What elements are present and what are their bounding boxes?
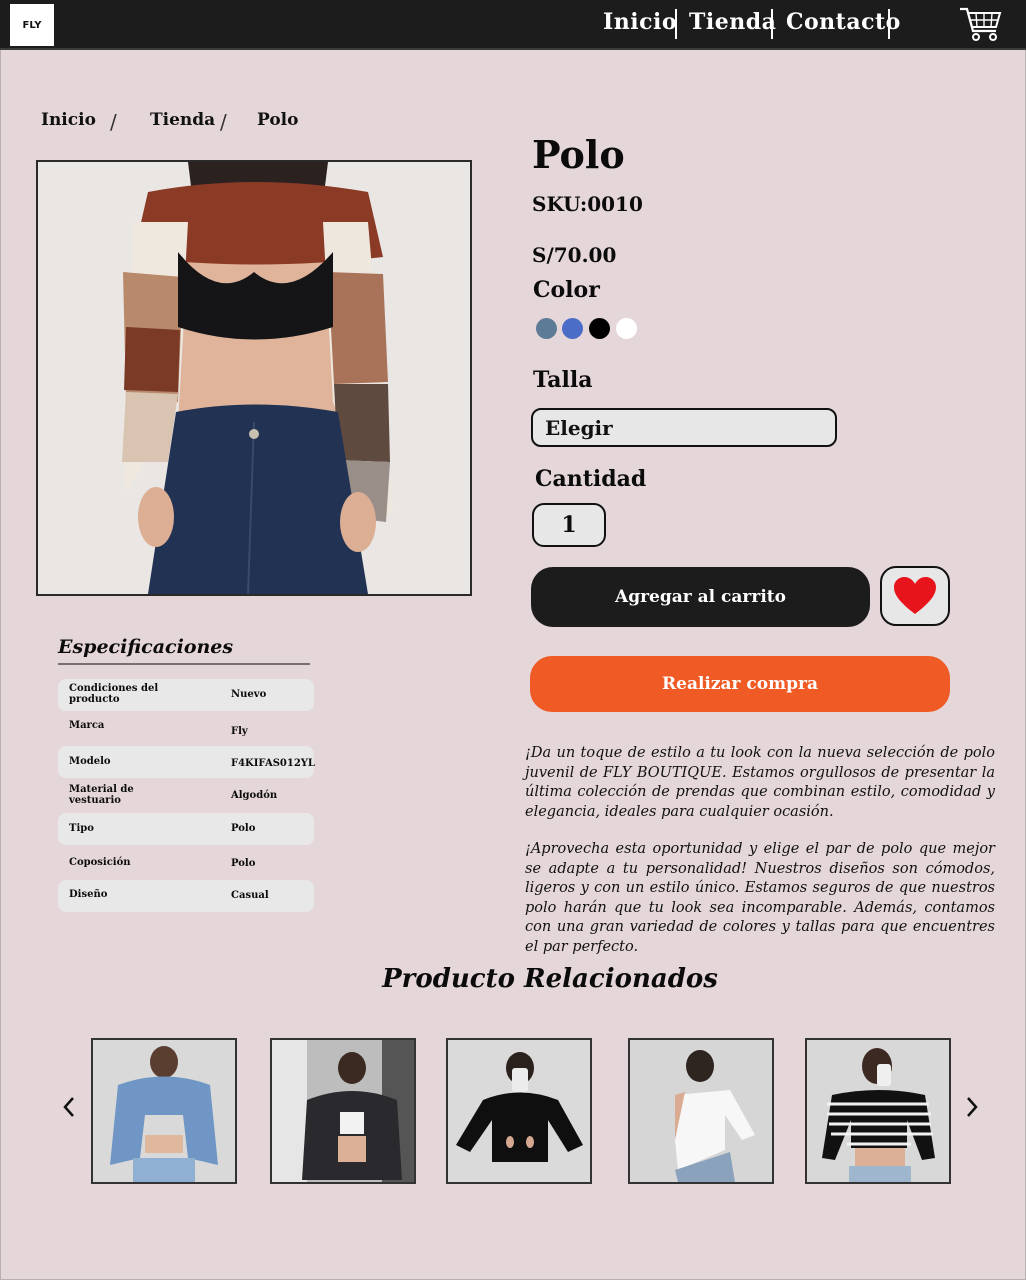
spec-value: Nuevo [231, 689, 267, 700]
spec-row: Material de vestuario Algodón [58, 781, 314, 813]
related-product-thumbnail[interactable] [805, 1038, 951, 1184]
brand-logo[interactable]: FLY [10, 4, 54, 46]
spec-key: Marca [69, 720, 105, 731]
spec-value: Polo [231, 823, 256, 834]
nav-link-tienda[interactable]: Tienda [689, 9, 776, 35]
quantity-input[interactable]: 1 [532, 503, 606, 547]
related-product-thumbnail[interactable] [91, 1038, 237, 1184]
top-navbar: FLY Inicio Tienda Contacto [0, 0, 1026, 50]
related-products-title: Producto Relacionados [382, 964, 718, 994]
spec-key: Diseño [69, 889, 108, 900]
nav-separator [771, 9, 773, 39]
spec-row: Condiciones del producto Nuevo [58, 679, 314, 711]
spec-row: Marca Fly [58, 713, 314, 745]
color-swatch-steel-blue[interactable] [536, 318, 557, 339]
specs-title: Especificaciones [58, 636, 234, 658]
product-title: Polo [532, 132, 625, 177]
nav-separator [675, 9, 677, 39]
product-description-1: ¡Da un toque de estilo a tu look con la … [525, 745, 995, 820]
related-product-thumbnail[interactable] [446, 1038, 592, 1184]
spec-key: Material de vestuario [69, 784, 134, 806]
specs-divider [58, 663, 310, 665]
shopping-cart-icon[interactable] [958, 6, 1002, 42]
spec-value: Polo [231, 858, 256, 869]
color-swatch-white[interactable] [616, 318, 637, 339]
breadcrumb-tienda[interactable]: Tienda [150, 110, 215, 130]
quantity-label: Cantidad [535, 466, 647, 492]
breadcrumb-inicio[interactable]: Inicio [41, 110, 96, 130]
carousel-prev-arrow-icon[interactable] [61, 1096, 77, 1118]
related-product-thumbnail[interactable] [628, 1038, 774, 1184]
size-label: Talla [533, 367, 593, 393]
size-select[interactable]: Elegir [531, 408, 837, 447]
nav-separator [888, 9, 890, 39]
buy-now-button[interactable]: Realizar compra [530, 656, 950, 712]
carousel-next-arrow-icon[interactable] [964, 1096, 980, 1118]
related-product-thumbnail[interactable] [270, 1038, 416, 1184]
nav-link-inicio[interactable]: Inicio [603, 9, 677, 35]
spec-key: Tipo [69, 823, 94, 834]
color-label: Color [533, 277, 600, 303]
nav-link-contacto[interactable]: Contacto [786, 9, 901, 35]
breadcrumb-separator: / [110, 110, 117, 134]
spec-value: Casual [231, 890, 269, 901]
breadcrumb-polo: Polo [257, 110, 299, 130]
product-description-2: ¡Aprovecha esta oportunidad y elige el p… [525, 841, 995, 955]
product-main-image [36, 160, 472, 596]
breadcrumb-separator: / [220, 110, 227, 134]
product-price: S/70.00 [532, 243, 617, 267]
spec-key: Condiciones del producto [69, 683, 159, 705]
spec-row: Modelo F4KIFAS012YL [58, 746, 315, 778]
add-to-cart-button[interactable]: Agregar al carrito [531, 567, 870, 627]
spec-row: Tipo Polo [58, 813, 314, 845]
spec-row: Coposición Polo [58, 846, 314, 878]
heart-icon [894, 577, 936, 614]
spec-value: Algodón [231, 790, 278, 801]
spec-row: Diseño Casual [58, 880, 314, 912]
spec-value: F4KIFAS012YL [231, 758, 315, 769]
color-swatch-blue[interactable] [562, 318, 583, 339]
favorite-button[interactable] [880, 566, 950, 626]
spec-key: Modelo [69, 756, 111, 767]
product-sku: SKU:0010 [532, 192, 643, 216]
spec-value: Fly [231, 726, 248, 737]
spec-key: Coposición [69, 857, 131, 868]
color-swatch-black[interactable] [589, 318, 610, 339]
